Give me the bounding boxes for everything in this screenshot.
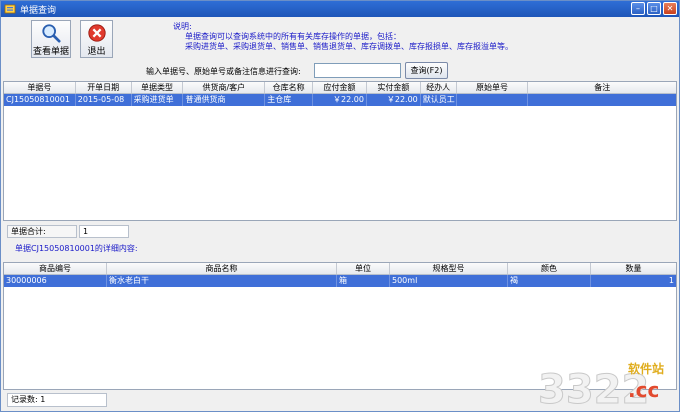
col-unit[interactable]: 单位 <box>337 263 390 274</box>
cell-doc-no: CJ15050810001 <box>4 94 76 106</box>
search-bar: 输入单据号、原始单号或备注信息进行查询: 查询(F2) <box>1 61 679 81</box>
col-date[interactable]: 开单日期 <box>76 82 132 93</box>
cell-payable: ￥22.00 <box>313 94 367 106</box>
close-icon: ✕ <box>666 3 674 13</box>
maximize-button[interactable]: □ <box>647 2 661 15</box>
view-document-button[interactable]: 查看单据 <box>31 20 71 58</box>
table-row[interactable]: 30000006 衡水老白干 箱 500ml 褐 1 <box>4 275 676 287</box>
cell-remark <box>528 94 676 106</box>
col-remark[interactable]: 备注 <box>528 82 676 93</box>
summary-value: 1 <box>79 225 129 238</box>
query-window: 单据查询 – □ ✕ 查看单据 退出 说明: 单据查询可以查询系统中的所有有关库… <box>0 0 680 412</box>
watermark-logo: 3322 软件站 .cc <box>538 361 665 409</box>
search-label: 输入单据号、原始单号或备注信息进行查询: <box>146 67 301 76</box>
cell-quantity: 1 <box>668 276 674 285</box>
table-row[interactable]: CJ15050810001 2015-05-08 采购进货单 普通供货商 主仓库… <box>4 94 676 106</box>
maximize-icon: □ <box>650 3 658 13</box>
search-button[interactable]: 查询(F2) <box>405 62 448 79</box>
instructions-line-2: 采购进货单、采购退货单、销售单、销售退货单、库存调拨单、库存报损单、库存报溢单等… <box>185 42 513 51</box>
col-doc-type[interactable]: 单据类型 <box>132 82 184 93</box>
col-spec[interactable]: 规格型号 <box>390 263 508 274</box>
exit-icon <box>87 24 106 42</box>
document-table[interactable]: 单据号 开单日期 单据类型 供货商/客户 仓库名称 应付金额 实付金额 经办人 … <box>3 81 677 221</box>
cell-paid: ￥22.00 <box>367 94 421 106</box>
view-document-label: 查看单据 <box>32 47 69 57</box>
cell-unit: 箱 <box>337 275 390 287</box>
minimize-button[interactable]: – <box>631 2 645 15</box>
document-table-header: 单据号 开单日期 单据类型 供货商/客户 仓库名称 应付金额 实付金额 经办人 … <box>4 82 676 94</box>
cell-warehouse: 主仓库 <box>265 94 314 106</box>
detail-table-header: 商品编号 商品名称 单位 规格型号 颜色 数量 <box>4 263 676 275</box>
col-doc-no[interactable]: 单据号 <box>4 82 76 93</box>
col-color[interactable]: 颜色 <box>508 263 591 274</box>
cell-product-name: 衡水老白干 <box>107 275 337 287</box>
exit-button[interactable]: 退出 <box>80 20 113 58</box>
cell-supplier: 普通供货商 <box>183 94 266 106</box>
watermark-site: 软件站 <box>628 361 664 376</box>
col-payable[interactable]: 应付金额 <box>313 82 367 93</box>
cell-handler: 默认员工 <box>422 94 457 106</box>
cell-doc-type: 采购进货单 <box>132 94 184 106</box>
record-count-value: 1 <box>40 395 46 404</box>
instructions: 说明: 单据查询可以查询系统中的所有有关库存操作的单据，包括： 采购进货单、采购… <box>173 22 513 52</box>
cell-color: 褐 <box>508 275 591 287</box>
title-bar: 单据查询 – □ ✕ <box>1 1 679 17</box>
search-input[interactable] <box>314 63 401 78</box>
cell-original-no <box>457 94 529 106</box>
instructions-line-1: 单据查询可以查询系统中的所有有关库存操作的单据，包括： <box>185 32 401 41</box>
window-controls: – □ ✕ <box>631 2 677 15</box>
col-warehouse[interactable]: 仓库名称 <box>265 82 314 93</box>
detail-title: 单据CJ15050810001的详细内容: <box>15 244 138 253</box>
window-title: 单据查询 <box>20 5 57 16</box>
minimize-icon: – <box>636 3 640 13</box>
magnifier-icon <box>42 24 61 43</box>
col-quantity[interactable]: 数量 <box>591 263 676 274</box>
record-count-label: 记录数: <box>11 395 38 404</box>
col-handler[interactable]: 经办人 <box>421 82 457 93</box>
summary-label: 单据合计: <box>7 225 77 238</box>
col-paid[interactable]: 实付金额 <box>367 82 421 93</box>
cell-date: 2015-05-08 <box>76 94 132 106</box>
toolbar: 查看单据 退出 说明: 单据查询可以查询系统中的所有有关库存操作的单据，包括： … <box>1 17 679 59</box>
watermark-domain: .cc <box>628 378 659 402</box>
app-icon <box>4 4 16 14</box>
col-original-no[interactable]: 原始单号 <box>457 82 529 93</box>
summary-bar: 单据合计: 1 <box>3 223 677 239</box>
col-supplier[interactable]: 供货商/客户 <box>183 82 266 93</box>
close-button[interactable]: ✕ <box>663 2 677 15</box>
exit-label: 退出 <box>87 47 106 57</box>
col-product-code[interactable]: 商品编号 <box>4 263 107 274</box>
record-count: 记录数: 1 <box>7 393 107 407</box>
col-product-name[interactable]: 商品名称 <box>107 263 337 274</box>
cell-spec: 500ml <box>390 275 508 287</box>
cell-product-code: 30000006 <box>4 275 107 287</box>
instructions-heading: 说明: <box>173 22 192 31</box>
